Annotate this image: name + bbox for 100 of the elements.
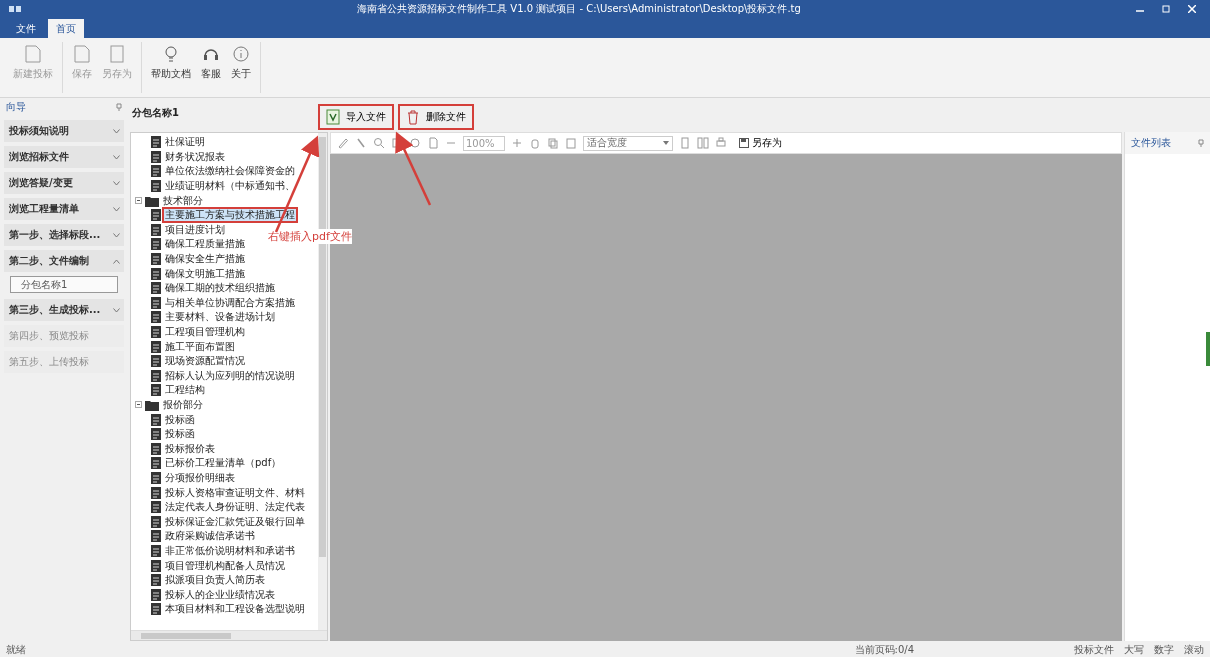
- tree-item[interactable]: 投标保证金汇款凭证及银行回单: [164, 515, 306, 528]
- wizard-step[interactable]: 浏览招标文件: [4, 146, 124, 168]
- document-icon: [151, 501, 161, 514]
- tree-item[interactable]: 工程项目管理机构: [164, 326, 246, 338]
- tree-item[interactable]: 投标函: [164, 428, 196, 441]
- single-page-icon[interactable]: [679, 137, 691, 149]
- ribbon-button[interactable]: 帮助文档: [148, 42, 194, 93]
- tree-item[interactable]: 政府采购诚信承诺书: [164, 530, 256, 543]
- wizard-step[interactable]: 第二步、文件编制: [4, 250, 124, 272]
- tree-item[interactable]: 现场资源配置情况: [164, 355, 246, 368]
- wizard-step[interactable]: 浏览工程量清单: [4, 198, 124, 220]
- wizard-step[interactable]: 浏览答疑/变更: [4, 172, 124, 194]
- tree-item[interactable]: 投标人资格审查证明文件、材料: [164, 486, 306, 499]
- toolbar-button[interactable]: 导入文件: [318, 104, 394, 130]
- wizard-step[interactable]: 第一步、选择标段...: [4, 224, 124, 246]
- tree-item[interactable]: 投标报价表: [164, 442, 216, 455]
- restore-icon[interactable]: [1162, 4, 1170, 13]
- tree-item[interactable]: 法定代表人身份证明、法定代表: [164, 501, 306, 514]
- circle-icon[interactable]: [409, 137, 421, 149]
- status-text: 大写: [1124, 643, 1144, 657]
- tree-item[interactable]: 确保文明施工措施: [164, 267, 246, 280]
- status-text: 就绪: [6, 643, 26, 657]
- tree-folder[interactable]: 报价部分: [162, 399, 204, 411]
- document-icon: [151, 238, 161, 251]
- tree-item[interactable]: 施工平面布置图: [164, 340, 236, 353]
- tree-item[interactable]: 分项报价明细表: [164, 471, 236, 484]
- tree-item[interactable]: 社保证明: [164, 136, 206, 149]
- side-tab-marker[interactable]: [1206, 332, 1210, 366]
- document-icon: [151, 136, 161, 149]
- document-icon: [151, 428, 161, 441]
- panel-title: 文件列表: [1131, 136, 1171, 150]
- tree-item[interactable]: 项目管理机构配备人员情况: [164, 559, 286, 572]
- close-icon[interactable]: [1188, 4, 1196, 13]
- pin-icon[interactable]: [1198, 139, 1204, 147]
- document-icon: [151, 413, 161, 426]
- document-icon: [151, 326, 161, 338]
- double-page-icon[interactable]: [697, 137, 709, 149]
- collapse-icon[interactable]: [135, 197, 142, 205]
- document-icon: [151, 296, 161, 309]
- tree-item[interactable]: 招标人认为应列明的情况说明: [164, 369, 296, 382]
- tree-item[interactable]: 项目进度计划: [164, 223, 226, 236]
- wizard-step[interactable]: 投标须知说明: [4, 120, 124, 142]
- horizontal-scrollbar[interactable]: [131, 630, 327, 640]
- chevron-down-icon: [113, 128, 120, 134]
- save-button[interactable]: 另存为: [733, 135, 788, 151]
- import-icon: [326, 109, 340, 125]
- collapse-icon[interactable]: [135, 401, 142, 409]
- folder-icon: [145, 399, 159, 411]
- chevron-down-icon: [113, 232, 120, 238]
- line-icon[interactable]: [355, 137, 367, 149]
- panel-title: 向导: [6, 100, 26, 114]
- status-text: 当前页码:0/4: [854, 643, 914, 657]
- tree-item[interactable]: 投标人的企业业绩情况表: [164, 588, 276, 601]
- tree-item[interactable]: 拟派项目负责人简历表: [164, 574, 266, 587]
- ribbon-button[interactable]: 客服: [198, 42, 224, 93]
- pencil-icon[interactable]: [337, 137, 349, 149]
- tree-item[interactable]: 确保工期的技术组织措施: [164, 282, 276, 295]
- tree-item[interactable]: 本项目材料和工程设备选型说明: [164, 603, 306, 616]
- tree-item[interactable]: 投标函: [164, 413, 196, 426]
- document-icon: [151, 442, 161, 455]
- document-icon: [151, 223, 161, 236]
- document-icon: [151, 574, 161, 587]
- package-item[interactable]: 分包名称1: [10, 276, 118, 293]
- info-icon: [231, 44, 251, 64]
- document-icon: [151, 209, 161, 222]
- tree-item[interactable]: 确保工程质量措施: [164, 238, 246, 251]
- print-icon[interactable]: [715, 137, 727, 149]
- document-icon: [23, 44, 43, 64]
- document-icon: [72, 44, 92, 64]
- document-icon: [151, 355, 161, 368]
- document-icon: [151, 267, 161, 280]
- zoom-icon[interactable]: [373, 137, 385, 149]
- document-icon: [151, 471, 161, 484]
- status-text: 投标文件: [1074, 643, 1114, 657]
- tree-item[interactable]: 与相关单位协调配合方案措施: [164, 296, 296, 309]
- document-icon: [151, 369, 161, 382]
- document-icon: [151, 340, 161, 353]
- pin-icon[interactable]: [116, 103, 122, 111]
- page-icon: [107, 44, 127, 64]
- fit-dropdown[interactable]: 适合宽度: [583, 135, 673, 151]
- ribbon-button[interactable]: 关于: [228, 42, 254, 93]
- tree-item[interactable]: 财务状况报表: [164, 150, 226, 163]
- wizard-step[interactable]: 第三步、生成投标...: [4, 299, 124, 321]
- ribbon-tab[interactable]: 首页: [48, 19, 84, 38]
- plus-icon[interactable]: [511, 137, 523, 149]
- tree-item[interactable]: 工程结构: [164, 384, 206, 397]
- tree-item[interactable]: 业绩证明材料（中标通知书、: [164, 180, 296, 193]
- page-icon[interactable]: [427, 137, 439, 149]
- ribbon-tab[interactable]: 文件: [8, 19, 44, 38]
- status-text: 数字: [1154, 643, 1174, 657]
- toolbar-button[interactable]: 删除文件: [398, 104, 474, 130]
- tree-item[interactable]: 主要材料、设备进场计划: [164, 311, 276, 324]
- status-text: 滚动: [1184, 643, 1204, 657]
- tree-item[interactable]: 确保安全生产措施: [164, 253, 246, 266]
- tree-folder[interactable]: 技术部分: [162, 194, 204, 207]
- tree-item[interactable]: 已标价工程量清单（pdf）: [164, 457, 283, 470]
- tree-item[interactable]: 单位依法缴纳社会保障资金的: [164, 165, 296, 178]
- copy-icon[interactable]: [547, 137, 559, 149]
- tree-item[interactable]: 非正常低价说明材料和承诺书: [164, 544, 296, 557]
- app-icon: [8, 3, 22, 14]
